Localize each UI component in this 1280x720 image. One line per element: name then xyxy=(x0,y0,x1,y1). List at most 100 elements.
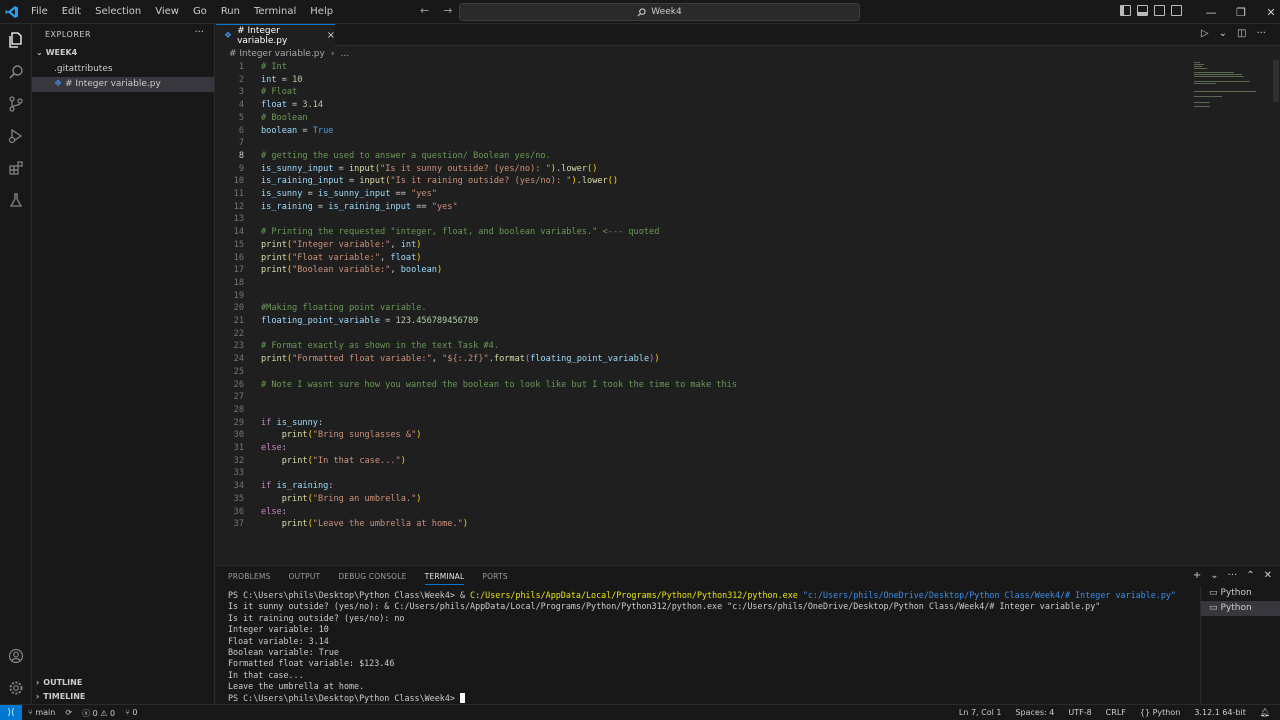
file-gitattributes[interactable]: .gitattributes xyxy=(32,62,214,77)
code-line[interactable]: 20 #Making floating point variable. xyxy=(216,302,1216,315)
outline-section[interactable]: › OUTLINE xyxy=(36,678,82,687)
problems-indicator[interactable]: ⓧ 0 ⚠ 0 xyxy=(82,708,115,719)
code-editor[interactable]: 1 # Int 2 int = 10 3 # Float 4 float = 3.14 5 # B… xyxy=(216,60,1280,565)
code-line[interactable]: 35 print("Bring an umbrella.") xyxy=(216,493,1216,506)
menu-help[interactable]: Help xyxy=(303,0,340,24)
code-line[interactable]: 15 print("Integer variable:", int) xyxy=(216,239,1216,252)
code-line[interactable]: 34 if is_raining: xyxy=(216,480,1216,493)
toggle-panel-icon[interactable] xyxy=(1137,5,1148,16)
code-line[interactable]: 18 xyxy=(216,277,1216,290)
code-line[interactable]: 13 xyxy=(216,213,1216,226)
menu-file[interactable]: File xyxy=(24,0,55,24)
menu-terminal[interactable]: Terminal xyxy=(247,0,303,24)
close-window-icon[interactable]: ✕ xyxy=(1256,0,1280,24)
tab-integer-variable[interactable]: ❖ # Integer variable.py × xyxy=(216,24,335,46)
code-line[interactable]: 17 print("Boolean variable:", boolean) xyxy=(216,264,1216,277)
testing-flask-icon[interactable] xyxy=(4,188,28,212)
encoding[interactable]: UTF-8 xyxy=(1068,708,1091,717)
code-line[interactable]: 14 # Printing the requested "integer, flo… xyxy=(216,226,1216,239)
toggle-secondary-sidebar-icon[interactable] xyxy=(1154,5,1165,16)
code-line[interactable]: 21 floating_point_variable = 123.45678945… xyxy=(216,315,1216,328)
file-integer-variable[interactable]: ❖ # Integer variable.py xyxy=(32,77,214,92)
code-line[interactable]: 12 is_raining = is_raining_input == "yes" xyxy=(216,201,1216,214)
search-icon[interactable] xyxy=(4,60,28,84)
tab-ports[interactable]: PORTS xyxy=(482,572,507,585)
code-line[interactable]: 27 xyxy=(216,391,1216,404)
terminal-instance[interactable]: ▭ Python xyxy=(1201,601,1280,616)
menu-edit[interactable]: Edit xyxy=(55,0,88,24)
menu-go[interactable]: Go xyxy=(186,0,214,24)
chevron-down-icon[interactable]: ⌄ xyxy=(1210,570,1218,581)
explorer-icon[interactable] xyxy=(4,28,28,52)
run-and-debug-icon[interactable] xyxy=(4,124,28,148)
code-line[interactable]: 25 xyxy=(216,366,1216,379)
close-panel-icon[interactable]: ✕ xyxy=(1264,570,1272,581)
code-line[interactable]: 3 # Float xyxy=(216,86,1216,99)
breadcrumb-file[interactable]: # Integer variable.py xyxy=(229,49,325,59)
more-actions-icon[interactable]: ··· xyxy=(194,27,204,38)
toggle-primary-sidebar-icon[interactable] xyxy=(1120,5,1131,16)
menu-view[interactable]: View xyxy=(148,0,186,24)
more-actions-icon[interactable]: ··· xyxy=(1228,570,1238,581)
customize-layout-icon[interactable] xyxy=(1171,5,1182,16)
code-line[interactable]: 37 print("Leave the umbrella at home.") xyxy=(216,518,1216,531)
code-line[interactable]: 19 xyxy=(216,290,1216,303)
maximize-panel-icon[interactable]: ⌃ xyxy=(1246,570,1254,581)
code-line[interactable]: 33 xyxy=(216,467,1216,480)
ports-indicator[interactable]: ⑂ 0 xyxy=(125,708,137,719)
code-line[interactable]: 10 is_raining_input = input("Is it rainin… xyxy=(216,175,1216,188)
tab-output[interactable]: OUTPUT xyxy=(289,572,321,585)
code-line[interactable]: 11 is_sunny = is_sunny_input == "yes" xyxy=(216,188,1216,201)
code-line[interactable]: 16 print("Float variable:", float) xyxy=(216,252,1216,265)
more-actions-icon[interactable]: ··· xyxy=(1256,28,1266,39)
run-python-file-icon[interactable]: ▷ xyxy=(1201,28,1209,39)
timeline-section[interactable]: › TIMELINE xyxy=(36,692,85,701)
code-line[interactable]: 8 # getting the used to answer a question… xyxy=(216,150,1216,163)
back-arrow-icon[interactable]: ← xyxy=(420,4,429,17)
code-line[interactable]: 1 # Int xyxy=(216,61,1216,74)
restore-icon[interactable]: ❐ xyxy=(1226,0,1256,24)
sync-icon[interactable]: ⟳ xyxy=(65,708,72,719)
notifications-bell-icon[interactable]: 🔔︎ xyxy=(1260,708,1270,717)
code-line[interactable]: 29 if is_sunny: xyxy=(216,417,1216,430)
manage-gear-icon[interactable] xyxy=(4,676,28,700)
code-line[interactable]: 22 xyxy=(216,328,1216,341)
code-line[interactable]: 26 # Note I wasnt sure how you wanted the… xyxy=(216,379,1216,392)
code-line[interactable]: 24 print("Formatted float variable:", "${… xyxy=(216,353,1216,366)
code-line[interactable]: 9 is_sunny_input = input("Is it sunny out… xyxy=(216,163,1216,176)
branch-indicator[interactable]: ⑂ main xyxy=(28,708,55,719)
language-mode[interactable]: {} Python xyxy=(1140,708,1180,717)
indentation[interactable]: Spaces: 4 xyxy=(1015,708,1054,717)
code-line[interactable]: 6 boolean = True xyxy=(216,125,1216,138)
minimize-icon[interactable]: — xyxy=(1196,0,1226,24)
terminal-instance[interactable]: ▭ Python xyxy=(1201,586,1280,601)
remote-indicator-icon[interactable]: ⟩⟨ xyxy=(0,705,22,720)
code-line[interactable]: 30 print("Bring sunglasses &") xyxy=(216,429,1216,442)
new-terminal-icon[interactable]: + xyxy=(1193,570,1201,581)
code-line[interactable]: 28 xyxy=(216,404,1216,417)
chevron-down-icon[interactable]: ⌄ xyxy=(1219,28,1227,39)
code-line[interactable]: 32 print("In that case...") xyxy=(216,455,1216,468)
accounts-icon[interactable] xyxy=(4,644,28,668)
tab-debug-console[interactable]: DEBUG CONSOLE xyxy=(338,572,406,585)
code-line[interactable]: 5 # Boolean xyxy=(216,112,1216,125)
tab-terminal[interactable]: TERMINAL xyxy=(424,572,465,585)
source-control-icon[interactable] xyxy=(4,92,28,116)
menu-selection[interactable]: Selection xyxy=(88,0,148,24)
code-line[interactable]: 7 xyxy=(216,137,1216,150)
forward-arrow-icon[interactable]: → xyxy=(443,4,452,17)
command-center-search[interactable]: Week4 xyxy=(459,3,860,21)
folder-week4[interactable]: ⌄ WEEK4 xyxy=(36,48,77,57)
code-line[interactable]: 31 else: xyxy=(216,442,1216,455)
breadcrumb-more[interactable]: ... xyxy=(340,49,349,59)
code-line[interactable]: 36 else: xyxy=(216,506,1216,519)
tab-problems[interactable]: PROBLEMS xyxy=(228,572,271,585)
split-editor-icon[interactable]: ◫ xyxy=(1237,28,1246,39)
minimap[interactable] xyxy=(1194,60,1274,120)
code-line[interactable]: 4 float = 3.14 xyxy=(216,99,1216,112)
line-ending[interactable]: CRLF xyxy=(1106,708,1126,717)
editor-scrollbar[interactable] xyxy=(1273,60,1279,102)
menu-run[interactable]: Run xyxy=(214,0,247,24)
code-line[interactable]: 23 # Format exactly as shown in the text … xyxy=(216,340,1216,353)
python-interpreter[interactable]: 3.12.1 64-bit xyxy=(1194,708,1246,717)
